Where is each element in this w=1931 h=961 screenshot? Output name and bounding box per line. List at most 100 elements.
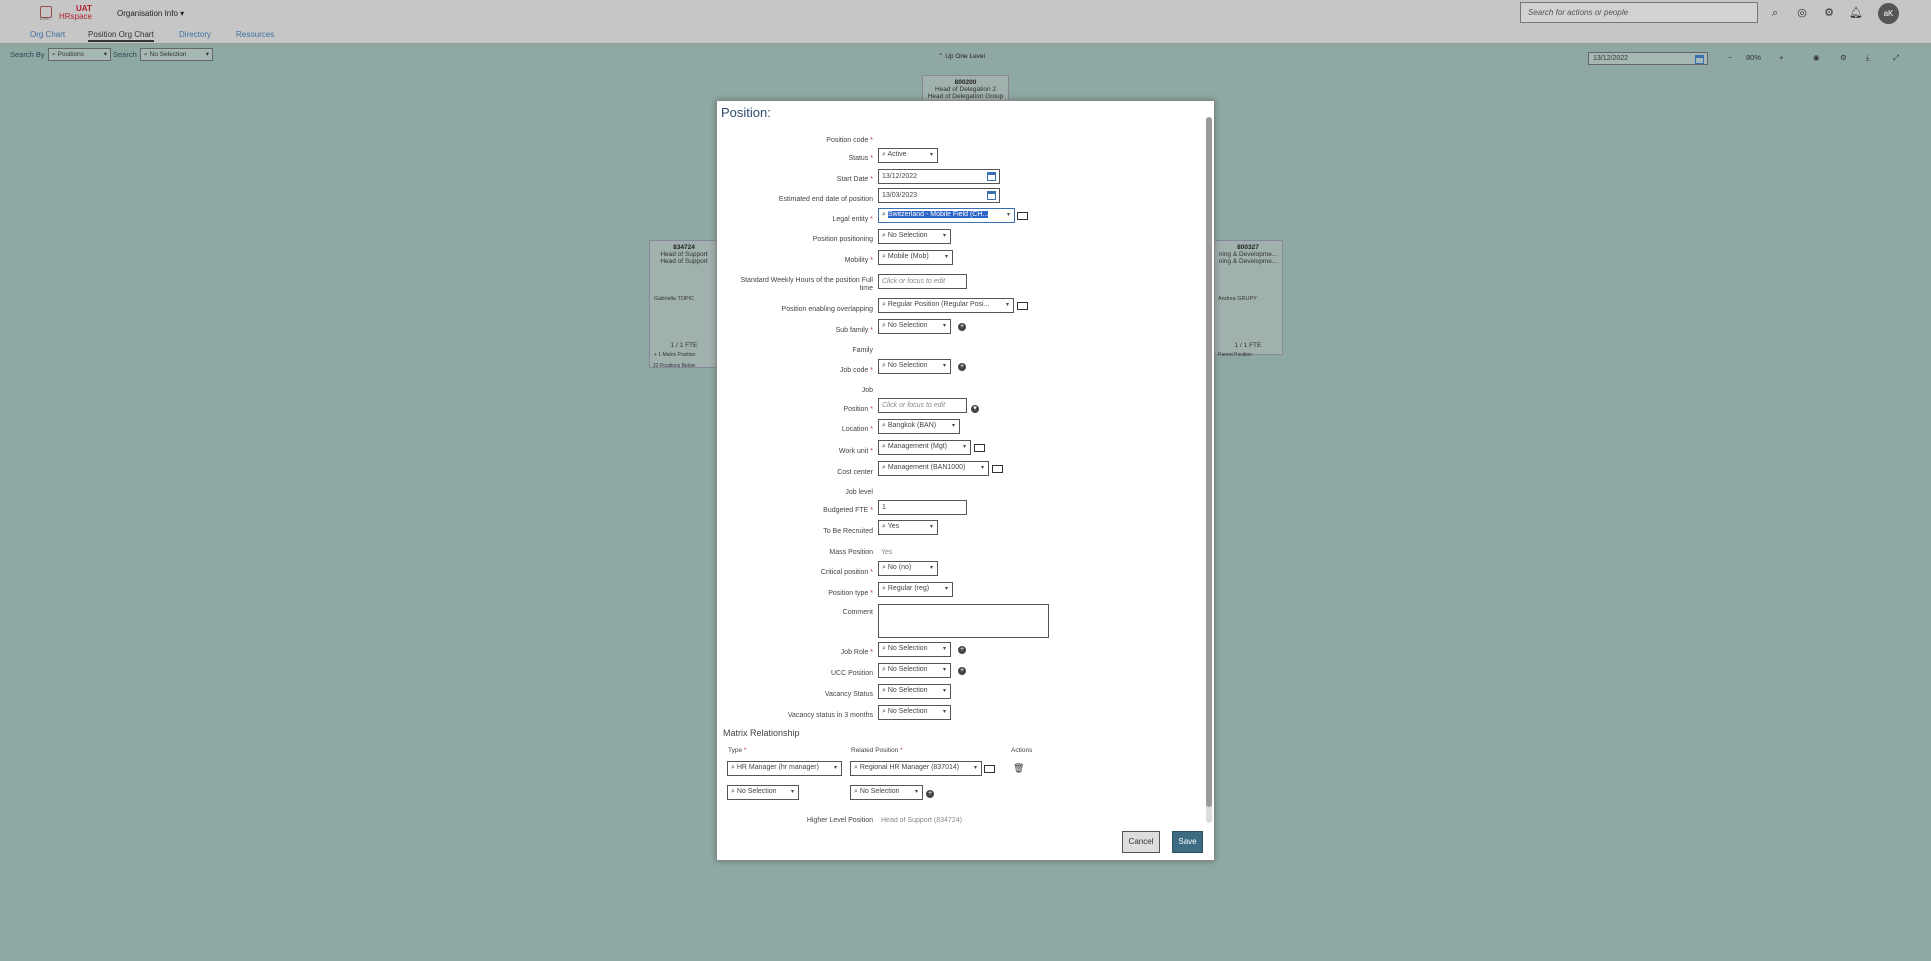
- position-type-select[interactable]: ⌕ Regular (reg) ▾: [878, 582, 953, 597]
- global-search-input[interactable]: Search for actions or people: [1520, 2, 1758, 23]
- work-unit-value: Management (Mgt): [887, 443, 948, 450]
- matrix-type-select-2[interactable]: ⌕ No Selection ▾: [727, 785, 799, 800]
- workflow-icon[interactable]: ⚙: [1822, 6, 1836, 20]
- tab-directory[interactable]: Directory: [179, 30, 211, 39]
- cost-center-select[interactable]: ⌕ Management (BAN1000) ▾: [878, 461, 989, 476]
- sub-family-select[interactable]: ⌕ No Selection ▾: [878, 319, 951, 334]
- search-icon: ⌕: [882, 211, 886, 218]
- matrix-related-select-1[interactable]: ⌕ Regional HR Manager (837014) ▾: [850, 761, 982, 776]
- chart-date-input[interactable]: 13/12/2022: [1588, 52, 1708, 65]
- details-card-icon[interactable]: [1017, 302, 1028, 310]
- matrix-col-actions: Actions: [1011, 747, 1033, 754]
- job-role-value: No Selection: [887, 645, 928, 652]
- overlapping-label: Position enabling overlapping: [781, 306, 873, 313]
- budgeted-fte-input[interactable]: 1: [878, 500, 967, 515]
- vacancy-status-select[interactable]: ⌕ No Selection ▾: [878, 684, 951, 699]
- overlapping-select[interactable]: ⌕ Regular Position (Regular Posi... ▾: [878, 298, 1014, 313]
- mobility-select[interactable]: ⌕ Mobile (Mob) ▾: [878, 250, 953, 265]
- calendar-icon[interactable]: [1695, 55, 1704, 64]
- card-subtitle: ning & Developme...: [1218, 258, 1278, 265]
- to-be-recruited-select[interactable]: ⌕ Yes ▾: [878, 520, 938, 535]
- trash-icon[interactable]: 🗑︎: [1013, 763, 1024, 774]
- start-date-input[interactable]: 13/12/2022: [878, 169, 1000, 184]
- view-icon[interactable]: ◉: [1813, 53, 1820, 62]
- card-below: 22 Positions Below: [653, 363, 696, 369]
- location-select[interactable]: ⌕ Bangkok (BAN) ▾: [878, 419, 960, 434]
- calendar-icon[interactable]: [987, 191, 996, 200]
- tab-resources[interactable]: Resources: [236, 30, 274, 39]
- zoom-in-button[interactable]: +: [1779, 53, 1783, 62]
- tab-org-chart[interactable]: Org Chart: [30, 30, 65, 39]
- weekly-hours-input[interactable]: Click or focus to edit: [878, 274, 967, 289]
- add-matrix-row-icon[interactable]: +: [926, 790, 934, 798]
- positioning-select[interactable]: ⌕ No Selection ▾: [878, 229, 951, 244]
- search-select[interactable]: ⌕ No Selection ▾: [140, 48, 213, 61]
- download-icon[interactable]: ⤓: [1866, 53, 1869, 63]
- critical-position-label: Critical position *: [820, 569, 873, 576]
- legal-entity-select[interactable]: ⌕ Switzerland - Mobile Field (CH... ▾: [878, 208, 1015, 223]
- organisation-info-menu[interactable]: Organisation Info ▾: [117, 9, 184, 18]
- to-be-recruited-value: Yes: [887, 523, 900, 530]
- chevron-down-icon: ▾: [929, 565, 933, 571]
- matrix-type-value-1: HR Manager (hr manager): [736, 764, 819, 771]
- details-card-icon[interactable]: [974, 444, 985, 452]
- tab-position-org-chart[interactable]: Position Org Chart: [88, 30, 154, 42]
- approvals-icon[interactable]: ◎: [1795, 6, 1809, 20]
- details-card-icon[interactable]: [984, 765, 995, 773]
- status-select[interactable]: ⌕ Active ▾: [878, 148, 938, 163]
- critical-position-select[interactable]: ⌕ No (no) ▾: [878, 561, 938, 576]
- bell-icon[interactable]: 🔔︎: [1849, 6, 1863, 20]
- end-date-input[interactable]: 13/03/2023: [878, 188, 1000, 203]
- search-by-select[interactable]: ⌕ Positions ▾: [48, 48, 111, 61]
- add-job-code-icon[interactable]: +: [958, 363, 966, 371]
- add-job-role-icon[interactable]: +: [958, 646, 966, 654]
- work-unit-select[interactable]: ⌕ Management (Mgt) ▾: [878, 440, 971, 455]
- card-code: 834724: [673, 244, 695, 251]
- calendar-icon[interactable]: [987, 172, 996, 181]
- vacancy-3m-select[interactable]: ⌕ No Selection ▾: [878, 705, 951, 720]
- search-icon: ⌕: [882, 422, 886, 429]
- search-icon: ⌕: [52, 51, 56, 58]
- comment-textarea[interactable]: [878, 604, 1049, 638]
- logo-text: HRspace: [59, 12, 92, 21]
- position-label: Position *: [843, 406, 873, 413]
- search-icon: ⌕: [854, 764, 858, 771]
- card-title: Head of Delegation 2: [934, 86, 997, 93]
- zoom-out-button[interactable]: −: [1728, 53, 1732, 62]
- details-card-icon[interactable]: [1017, 212, 1028, 220]
- save-button[interactable]: Save: [1172, 831, 1203, 853]
- cancel-button[interactable]: Cancel: [1122, 831, 1160, 853]
- dialog-scrollbar[interactable]: [1206, 117, 1212, 823]
- avatar[interactable]: aK: [1878, 3, 1899, 24]
- position-dropdown-icon[interactable]: ▾: [971, 405, 979, 413]
- ucc-position-select[interactable]: ⌕ No Selection ▾: [878, 663, 951, 678]
- dialog-title: Position:: [721, 105, 771, 120]
- settings-icon[interactable]: ⚙: [1840, 53, 1847, 62]
- details-card-icon[interactable]: [992, 465, 1003, 473]
- job-code-select[interactable]: ⌕ No Selection ▾: [878, 359, 951, 374]
- add-ucc-position-icon[interactable]: +: [958, 667, 966, 675]
- app-logo[interactable]: ICRC UAT HRspace: [40, 4, 94, 22]
- work-unit-label: Work unit *: [838, 448, 873, 455]
- org-card-left[interactable]: 834724 Head of Support Head of Support G…: [649, 240, 719, 369]
- chevron-down-icon: ▾: [1006, 212, 1010, 218]
- matrix-related-select-2[interactable]: ⌕ No Selection ▾: [850, 785, 923, 800]
- legal-entity-label: Legal entity *: [832, 216, 874, 223]
- chevron-down-icon: ▾: [944, 586, 948, 592]
- add-sub-family-icon[interactable]: +: [958, 323, 966, 331]
- card-note: Parent Position: [1218, 352, 1252, 358]
- matrix-type-select-1[interactable]: ⌕ HR Manager (hr manager) ▾: [727, 761, 842, 776]
- chevron-down-icon: ▾: [973, 765, 977, 771]
- job-role-select[interactable]: ⌕ No Selection ▾: [878, 642, 951, 657]
- scrollbar-thumb[interactable]: [1206, 117, 1212, 807]
- card-person: Gabriella TOPIC: [654, 296, 695, 302]
- search-label: Search: [113, 50, 137, 59]
- matrix-relationship-title: Matrix Relationship: [723, 728, 800, 738]
- position-input[interactable]: Click or focus to edit: [878, 398, 967, 413]
- matrix-col-type: Type *: [728, 747, 747, 754]
- matrix-related-value-1: Regional HR Manager (837014): [859, 764, 960, 771]
- org-card-right[interactable]: 800327 ning & Developme... ning & Develo…: [1213, 240, 1283, 358]
- fullscreen-icon[interactable]: ⤢: [1893, 53, 1899, 63]
- up-one-level-button[interactable]: ⌃ Up One Level: [934, 51, 989, 63]
- search-icon[interactable]: ⌕: [1768, 6, 1782, 20]
